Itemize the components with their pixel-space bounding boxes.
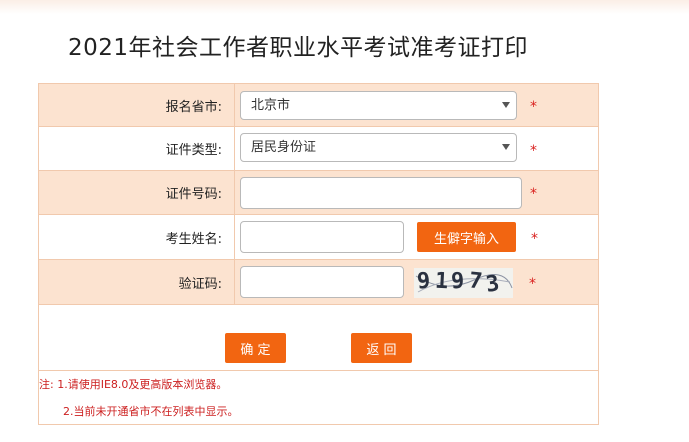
chevron-down-icon [502, 102, 510, 108]
notes-row: 注: 1.请使用IE8.0及更高版本浏览器。 2.当前未开通省市不在列表中显示。 [39, 371, 598, 424]
required-mark: * [529, 276, 536, 292]
top-strip [0, 0, 689, 14]
action-row: 确 定 返 回 [39, 305, 598, 371]
note-line-2: 2.当前未开通省市不在列表中显示。 [63, 405, 239, 418]
captcha-label: 验证码: [39, 260, 235, 304]
province-label: 报名省市: [39, 84, 235, 126]
name-label: 考生姓名: [39, 215, 235, 259]
name-input[interactable] [240, 221, 404, 253]
id-type-value: 居民身份证 [251, 140, 317, 155]
province-select[interactable]: 北京市 [240, 91, 517, 120]
province-row: 报名省市: 北京市 * [39, 84, 598, 127]
note-line-1: 注: 1.请使用IE8.0及更高版本浏览器。 [39, 378, 228, 391]
name-row: 考生姓名: 生僻字输入 * [39, 215, 598, 260]
captcha-char: 1 [434, 268, 449, 295]
confirm-button[interactable]: 确 定 [225, 333, 286, 363]
id-type-select[interactable]: 居民身份证 [240, 133, 517, 162]
captcha-row: 验证码: 9 1 9 7 3 * [39, 260, 598, 305]
rare-char-input-button[interactable]: 生僻字输入 [417, 222, 516, 252]
required-mark: * [530, 143, 537, 159]
chevron-down-icon [502, 144, 510, 150]
captcha-image[interactable]: 9 1 9 7 3 [414, 268, 513, 298]
province-value: 北京市 [251, 98, 291, 113]
required-mark: * [531, 231, 538, 247]
required-mark: * [530, 186, 537, 202]
back-button[interactable]: 返 回 [351, 333, 412, 363]
page-title: 2021年社会工作者职业水平考试准考证打印 [68, 35, 529, 61]
id-type-label: 证件类型: [39, 127, 235, 170]
id-number-label: 证件号码: [39, 171, 235, 214]
captcha-char: 7 [467, 268, 484, 295]
captcha-char: 9 [416, 268, 432, 295]
id-type-row: 证件类型: 居民身份证 * [39, 127, 598, 171]
required-mark: * [530, 99, 537, 115]
admission-ticket-form: 报名省市: 北京市 * 证件类型: 居民身份证 * 证件号码: * 考生姓名: [38, 83, 599, 425]
captcha-char: 9 [450, 268, 465, 295]
id-number-row: 证件号码: * [39, 171, 598, 215]
id-number-input[interactable] [240, 177, 522, 209]
captcha-input[interactable] [240, 266, 404, 298]
